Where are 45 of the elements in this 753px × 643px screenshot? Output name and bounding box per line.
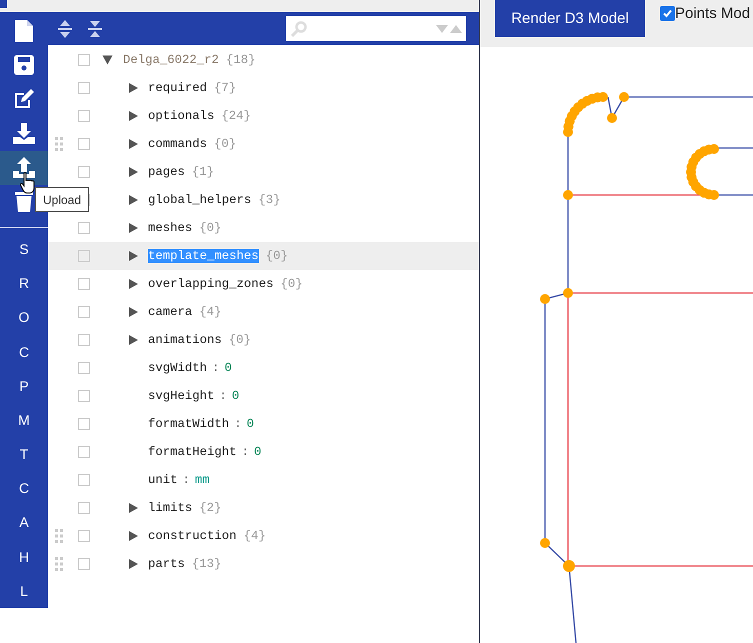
node-count: {2} (199, 501, 222, 515)
checkbox-label: Points Mod (675, 5, 750, 22)
node-key: formatHeight (148, 445, 237, 459)
node-key: limits (148, 501, 192, 515)
node-count: {18} (226, 53, 256, 67)
node-count: {4} (199, 305, 222, 319)
node-value: 0 (246, 417, 254, 431)
node-key: pages (148, 165, 185, 179)
node-key: optionals (148, 109, 214, 123)
node-value: 0 (254, 445, 262, 459)
node-count: {13} (192, 557, 222, 571)
key-separator: : (182, 473, 190, 487)
node-key: formatWidth (148, 417, 230, 431)
node-count: {3} (258, 193, 280, 207)
node-key: parts (148, 557, 185, 571)
node-count: {0} (266, 249, 288, 263)
node-value: mm (194, 473, 210, 487)
node-key: unit (148, 473, 178, 487)
key-separator: : (242, 445, 249, 459)
node-count: {0} (199, 221, 222, 235)
node-key: commands (148, 137, 208, 151)
node-key: animations (148, 333, 222, 347)
tooltip: Upload (35, 187, 90, 212)
node-key: svgHeight (148, 389, 214, 403)
node-count: {24} (221, 109, 251, 123)
key-separator: : (234, 417, 242, 431)
key-separator: : (219, 389, 227, 403)
node-value: 0 (232, 389, 240, 403)
node-key: required (148, 81, 208, 95)
node-count: {0} (228, 333, 251, 347)
node-value: 0 (224, 361, 232, 375)
node-key: Delga_6022_r2 (123, 53, 219, 67)
node-count: {0} (214, 137, 236, 151)
node-key: svgWidth (148, 361, 208, 375)
node-key: template_meshes (148, 249, 259, 263)
key-separator: : (212, 361, 220, 375)
node-key: construction (148, 529, 237, 543)
node-key: global_helpers (148, 193, 252, 207)
node-count: {1} (192, 165, 214, 179)
node-count: {0} (280, 277, 303, 291)
node-key: meshes (148, 221, 192, 235)
node-key: overlapping_zones (148, 277, 274, 291)
node-count: {4} (244, 529, 266, 543)
node-count: {7} (214, 81, 236, 95)
node-key: camera (148, 305, 192, 319)
